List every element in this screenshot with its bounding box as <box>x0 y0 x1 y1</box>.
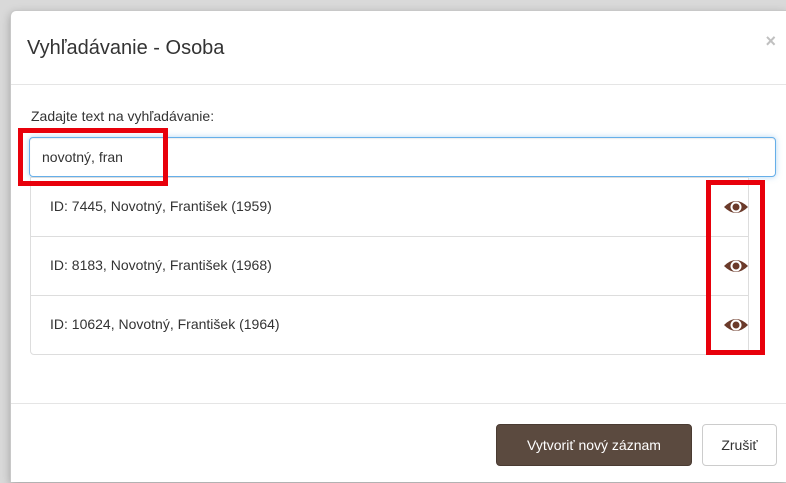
result-text: ID: 10624, Novotný, František (1964) <box>50 316 280 332</box>
eye-icon[interactable] <box>723 256 749 276</box>
eye-icon[interactable] <box>723 315 749 335</box>
dialog-header: Vyhľadávanie - Osoba × <box>11 11 786 85</box>
search-label: Zadajte text na vyhľadávanie: <box>31 108 215 124</box>
create-record-button[interactable]: Vytvoriť nový záznam <box>496 424 692 466</box>
eye-icon[interactable] <box>723 197 749 217</box>
search-input[interactable] <box>29 137 776 177</box>
dialog-footer: Vytvoriť nový záznam Zrušiť <box>11 403 786 483</box>
list-item[interactable]: ID: 10624, Novotný, František (1964) <box>31 296 748 355</box>
close-icon[interactable]: × <box>765 31 776 52</box>
search-dialog: Vyhľadávanie - Osoba × Zadajte text na v… <box>10 10 786 482</box>
dialog-title: Vyhľadávanie - Osoba <box>27 37 225 59</box>
result-text: ID: 8183, Novotný, František (1968) <box>50 257 272 273</box>
list-item[interactable]: ID: 7445, Novotný, František (1959) <box>31 178 748 237</box>
cancel-button[interactable]: Zrušiť <box>702 424 777 466</box>
list-item[interactable]: ID: 8183, Novotný, František (1968) <box>31 237 748 296</box>
results-list: ID: 7445, Novotný, František (1959) ID: … <box>30 177 749 355</box>
result-text: ID: 7445, Novotný, František (1959) <box>50 198 272 214</box>
